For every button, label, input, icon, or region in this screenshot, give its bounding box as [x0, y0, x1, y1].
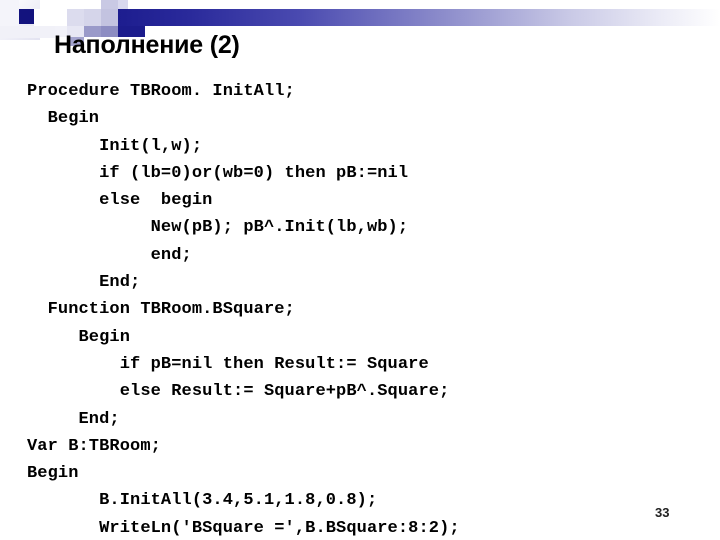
code-line: WriteLn('BSquare =',B.BSquare:8:2);	[27, 518, 460, 538]
decorative-square-light-1	[67, 9, 84, 26]
code-line: End;	[27, 409, 120, 429]
code-line: if pB=nil then Result:= Square	[27, 354, 429, 374]
code-line: else begin	[27, 191, 213, 211]
decorative-square-dark-1	[19, 9, 34, 24]
code-line: end;	[27, 245, 192, 265]
decorative-square-light-2	[84, 9, 101, 26]
code-block: Procedure TBRoom. InitAll; Begin Init(l,…	[27, 78, 707, 540]
decorative-square-pale-left-2	[34, 9, 55, 26]
decorative-square-top-2	[118, 0, 128, 9]
code-line: if (lb=0)or(wb=0) then pB:=nil	[27, 163, 409, 183]
decorative-square-pale-left-3	[0, 26, 55, 38]
code-line: B.InitAll(3.4,5.1,1.8,0.8);	[27, 491, 378, 511]
decorative-square-light-3	[101, 9, 118, 26]
slide-title: Наполнение (2)	[54, 31, 240, 59]
decorative-square-pale-left-1	[0, 0, 19, 26]
slide: Наполнение (2) Procedure TBRoom. InitAll…	[0, 0, 720, 540]
code-line: New(pB); pB^.Init(lb,wb);	[27, 218, 409, 238]
code-line: Function TBRoom.BSquare;	[27, 300, 295, 320]
code-line: Procedure TBRoom. InitAll;	[27, 82, 295, 101]
code-line: Begin	[27, 327, 131, 347]
code-line: Var B:TBRoom;	[27, 436, 161, 456]
code-line: Init(l,w);	[27, 136, 203, 156]
page-number: 33	[655, 505, 670, 520]
header-gradient-bar	[118, 9, 720, 26]
code-line: Begin	[27, 464, 79, 484]
code-line: End;	[27, 273, 141, 293]
code-line: else Result:= Square+pB^.Square;	[27, 382, 450, 402]
code-line: Begin	[27, 109, 100, 129]
decorative-square-top-1	[101, 0, 118, 9]
